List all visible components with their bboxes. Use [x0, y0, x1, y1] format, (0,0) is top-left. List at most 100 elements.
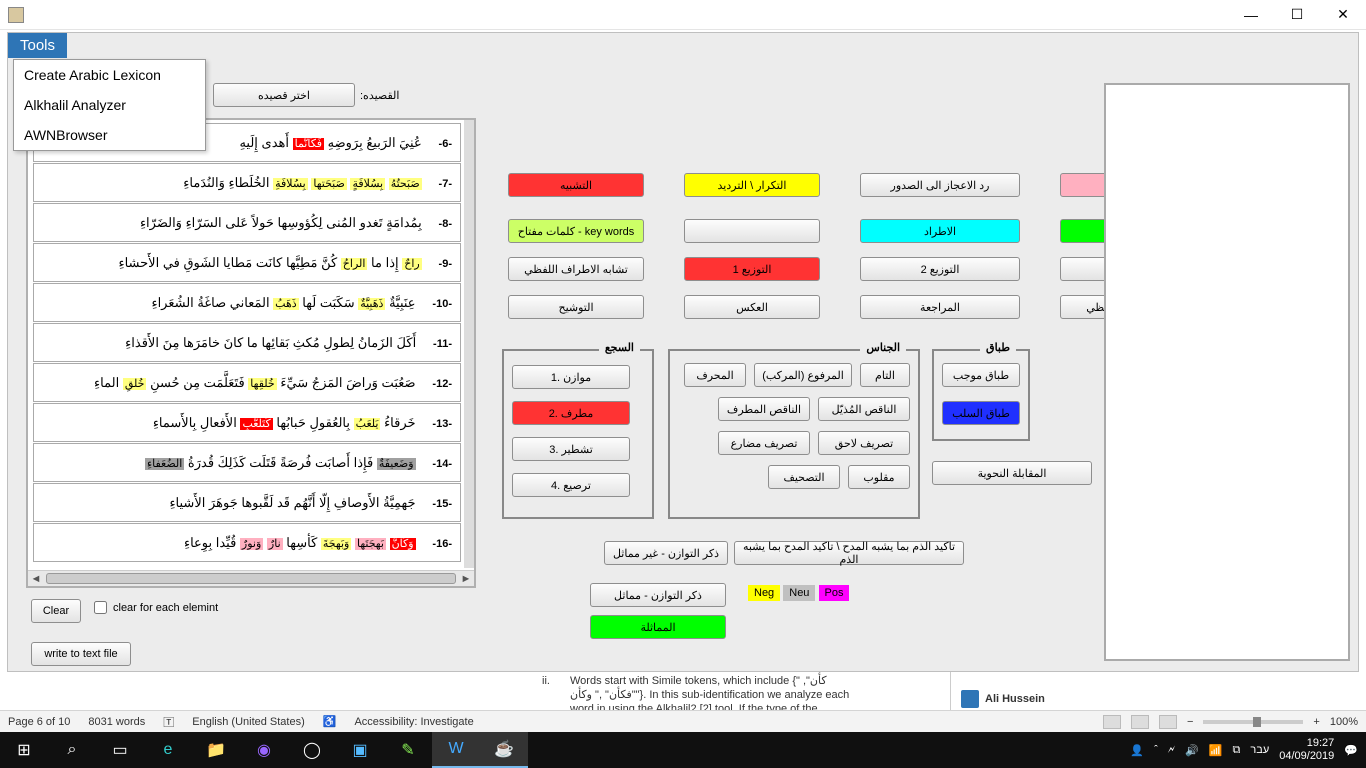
poem-line[interactable]: -7- صَبَحتُهُ بِسُلافَةٍ صَبَحَتها بِسُل… [33, 163, 461, 202]
btn-keywords[interactable]: كلمات مفتاح - key words [508, 219, 644, 243]
btn-tawzi2[interactable]: التوزيع 2 [860, 257, 1020, 281]
scrollbar-horizontal[interactable]: ◄ ► [28, 570, 474, 586]
view-focus[interactable] [1103, 715, 1121, 729]
java-icon [8, 7, 24, 23]
btn-muqabala[interactable]: المقابلة النحوية [932, 461, 1092, 485]
tray-wifi-icon[interactable]: 📶 [1209, 744, 1223, 757]
btn-tasrif-mudari[interactable]: تصريف مضارع [718, 431, 810, 455]
window-minimize[interactable]: — [1228, 0, 1274, 30]
btn-tawazun-ghayr[interactable]: ذكر التوازن - غير مماثل [604, 541, 728, 565]
btn-ittirad[interactable]: الاطراد [860, 219, 1020, 243]
poem-line[interactable]: -16- وَكَأَنَّ بَهجَتَها وَبَهجَةَ كَأسِ… [33, 523, 461, 562]
btn-naqis-mutraf[interactable]: الناقص المطرف [718, 397, 810, 421]
btn-muwazin[interactable]: 1. موازن [512, 365, 630, 389]
poem-line[interactable]: -9- راحٌ إِذا ما الراحُ كُنَّ مَطِيَّها … [33, 243, 461, 282]
menu-tools[interactable]: Tools [8, 33, 67, 58]
zoom-out-icon[interactable]: − [1187, 716, 1193, 728]
btn-marfuu[interactable]: المرفوع (المركب) [754, 363, 852, 387]
taskbar-chrome[interactable]: ◯ [288, 732, 336, 768]
poem-line[interactable]: -10- عِنَبِيَّةٌ ذَهَبِيَّةٌ سَكَبَت لَه… [33, 283, 461, 322]
zoom-in-icon[interactable]: + [1313, 716, 1319, 728]
write-file-button[interactable]: write to text file [31, 642, 131, 666]
btn-tawshih[interactable]: التوشيح [508, 295, 644, 319]
clear-button[interactable]: Clear [31, 599, 81, 623]
poem-line[interactable]: -14- وَضَعيفَةٌ فَإِذا أَصابَت فُرصَةً ق… [33, 443, 461, 482]
taskbar-3d[interactable]: ▣ [336, 732, 384, 768]
poem-line[interactable]: -8- بِمُدامَةٍ تَغدو المُنى لِكُؤوسِها ح… [33, 203, 461, 242]
btn-takrar[interactable]: التكرار \ الترديد [684, 173, 820, 197]
btn-maqloub[interactable]: مقلوب [848, 465, 910, 489]
scroll-right-icon[interactable]: ► [458, 571, 474, 587]
menu-alkhalil[interactable]: Alkhalil Analyzer [14, 90, 205, 120]
taskbar-eclipse[interactable]: ◉ [240, 732, 288, 768]
btn-tarsi[interactable]: 4. ترصيع [512, 473, 630, 497]
btn-murajaa[interactable]: المراجعة [860, 295, 1020, 319]
tag-pos: Pos [819, 585, 850, 601]
btn-tamm[interactable]: التام [860, 363, 910, 387]
btn-tawazun-mumathil[interactable]: ذكر التوازن - مماثل [590, 583, 726, 607]
btn-mumathala[interactable]: المماثلة [590, 615, 726, 639]
poem-line[interactable]: -13- خَرقاءُ يَلعَبُ بِالعُقولِ حَبابُها… [33, 403, 461, 442]
window-maximize[interactable]: ☐ [1274, 0, 1320, 30]
btn-muharraf[interactable]: المحرف [684, 363, 746, 387]
poem-line[interactable]: -12- صَعُبَت وَراضَ المَزجُ سَيِّءَ خُلق… [33, 363, 461, 402]
btn-tibaq-mujab[interactable]: طباق موجب [942, 363, 1020, 387]
tray-up-icon[interactable]: ˆ [1154, 744, 1158, 756]
tag-neu: Neu [783, 585, 815, 601]
btn-naqis-mudhayal[interactable]: الناقص المُذيّل [818, 397, 910, 421]
taskbar-explorer[interactable]: 📁 [192, 732, 240, 768]
btn-tashaboh[interactable]: تشابه الاطراف اللفظي [508, 257, 644, 281]
tray-volume-icon[interactable]: 🔊 [1185, 744, 1199, 757]
task-view-button[interactable]: ▭ [96, 732, 144, 768]
start-button[interactable]: ⊞ [0, 732, 48, 768]
status-page: Page 6 of 10 [8, 716, 70, 728]
btn-tashteer[interactable]: 3. تشطير [512, 437, 630, 461]
status-lang: English (United States) [192, 716, 305, 728]
btn-takid-dhamm[interactable]: تاكيد الذم بما يشبه المدح \ تاكيد المدح … [734, 541, 964, 565]
taskbar-edge[interactable]: e [144, 732, 192, 768]
btn-tashbih[interactable]: التشبيه [508, 173, 644, 197]
poem-line[interactable]: -15- جَهمِيَّةُ الأَوصافِ إِلّا أَنَّهُم… [33, 483, 461, 522]
btn-rad-ijaz[interactable]: رد الاعجاز الى الصدور [860, 173, 1020, 197]
btn-mutraf[interactable]: 2. مطرف [512, 401, 630, 425]
tray-lang[interactable]: עבר [1250, 744, 1269, 756]
status-acc-icon: ♿ [323, 715, 337, 728]
clear-each-checkbox-input[interactable] [94, 601, 107, 614]
tray-dropbox-icon[interactable]: ⧉ [1233, 744, 1241, 757]
scroll-thumb[interactable] [46, 573, 456, 584]
poem-line[interactable]: -11- أَكَلَ الزَمانُ لِطولِ مُكثِ بَقائِ… [33, 323, 461, 362]
view-web[interactable] [1159, 715, 1177, 729]
keywords-select[interactable] [684, 219, 820, 243]
choose-poem-label: القصيده: [360, 89, 399, 102]
group-tibaq-label: طباق [980, 341, 1016, 354]
word-status-bar: Page 6 of 10 8031 words 🅃 English (Unite… [0, 710, 1366, 732]
zoom-slider[interactable] [1203, 720, 1303, 724]
window-close[interactable]: ✕ [1320, 0, 1366, 30]
taskbar-notepad[interactable]: ✎ [384, 732, 432, 768]
tray-notifications-icon[interactable]: 💬 [1344, 744, 1358, 757]
author-name: Ali Hussein [985, 692, 1045, 706]
taskbar-word[interactable]: W [432, 732, 480, 768]
tray-people-icon[interactable]: 👤 [1130, 744, 1144, 757]
menu-awnbrowser[interactable]: AWNBrowser [14, 120, 205, 150]
avatar [961, 690, 979, 708]
btn-tibaq-salb[interactable]: طباق السلب [942, 401, 1020, 425]
btn-tashif[interactable]: التصحيف [768, 465, 840, 489]
menu-create-lexicon[interactable]: Create Arabic Lexicon [14, 60, 205, 90]
btn-tasrif-lahiq[interactable]: تصريف لاحق [818, 431, 910, 455]
clear-each-label: clear for each elemint [113, 602, 218, 614]
view-print[interactable] [1131, 715, 1149, 729]
search-button[interactable]: ⌕ [48, 732, 96, 768]
btn-tawzi1[interactable]: التوزيع 1 [684, 257, 820, 281]
status-acc: Accessibility: Investigate [354, 716, 473, 728]
btn-aks[interactable]: العكس [684, 295, 820, 319]
status-lang-icon: 🅃 [163, 714, 174, 730]
scroll-left-icon[interactable]: ◄ [28, 571, 44, 587]
scrollbar-vertical[interactable] [464, 120, 474, 568]
choose-poem-button[interactable]: اختر قصيده [213, 83, 355, 107]
tools-dropdown: Create Arabic Lexicon Alkhalil Analyzer … [13, 59, 206, 151]
tray-battery-icon[interactable]: 🗲 [1168, 744, 1175, 757]
tray-clock[interactable]: 19:27 04/09/2019 [1279, 737, 1334, 763]
clear-each-checkbox[interactable]: clear for each elemint [94, 601, 218, 614]
taskbar-java[interactable]: ☕ [480, 732, 528, 768]
